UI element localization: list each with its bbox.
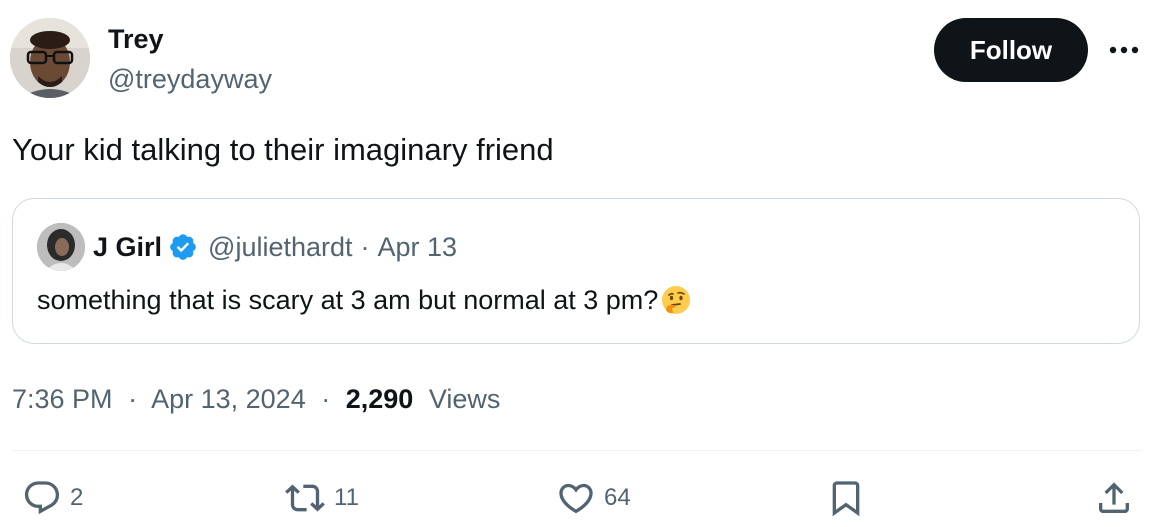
- reply-button[interactable]: 2: [22, 478, 83, 518]
- reply-count: 2: [70, 484, 84, 511]
- quote-separator: ·: [360, 232, 370, 262]
- retweet-button[interactable]: 11: [284, 478, 359, 518]
- views-label: Views: [428, 384, 501, 414]
- quoted-tweet[interactable]: J Girl @juliethardt · Apr 13 something t…: [12, 198, 1140, 344]
- tweet-meta: 7:36 PM · Apr 13, 2024 · 2,290 Views: [12, 380, 500, 418]
- meta-separator: ·: [128, 384, 138, 414]
- divider: [12, 450, 1142, 451]
- thinking-face-emoji-icon: [660, 284, 692, 316]
- author-display-name[interactable]: Trey: [108, 22, 272, 56]
- like-button[interactable]: 64: [556, 478, 631, 518]
- heart-icon: [559, 483, 593, 514]
- tweet-date[interactable]: Apr 13, 2024: [151, 384, 306, 414]
- author-handle[interactable]: @treydayway: [108, 62, 272, 96]
- share-icon: [1099, 482, 1129, 513]
- action-bar: 2 11 64: [0, 470, 1154, 526]
- meta-separator: ·: [321, 384, 331, 414]
- reply-icon: [24, 481, 60, 515]
- author-avatar-image: [10, 18, 90, 98]
- verified-badge-icon: [168, 232, 198, 262]
- retweet-count: 11: [334, 484, 359, 511]
- views-count: 2,290: [345, 384, 414, 414]
- tweet: Trey @treydayway Follow Your kid talking…: [0, 0, 1154, 527]
- quote-author-avatar[interactable]: [37, 223, 85, 271]
- quote-text: something that is scary at 3 am but norm…: [37, 281, 692, 319]
- follow-button[interactable]: Follow: [934, 18, 1088, 82]
- share-button[interactable]: [1094, 478, 1134, 518]
- like-count: 64: [604, 484, 631, 511]
- quote-avatar-image: [37, 223, 85, 271]
- tweet-time[interactable]: 7:36 PM: [12, 384, 113, 414]
- quote-handle[interactable]: @juliethardt: [208, 229, 352, 265]
- quote-text-content: something that is scary at 3 am but norm…: [37, 285, 659, 315]
- tweet-header: Trey @treydayway Follow: [10, 18, 1144, 100]
- author-avatar[interactable]: [10, 18, 90, 98]
- bookmark-button[interactable]: [826, 478, 866, 518]
- bookmark-icon: [832, 481, 860, 517]
- quote-display-name[interactable]: J Girl: [93, 229, 162, 265]
- quote-header: J Girl @juliethardt · Apr 13: [93, 229, 457, 265]
- author-names: Trey @treydayway: [108, 22, 272, 96]
- more-icon[interactable]: [1106, 36, 1142, 64]
- retweet-icon: [285, 484, 325, 512]
- quote-date[interactable]: Apr 13: [378, 229, 458, 265]
- tweet-text: Your kid talking to their imaginary frie…: [12, 132, 554, 167]
